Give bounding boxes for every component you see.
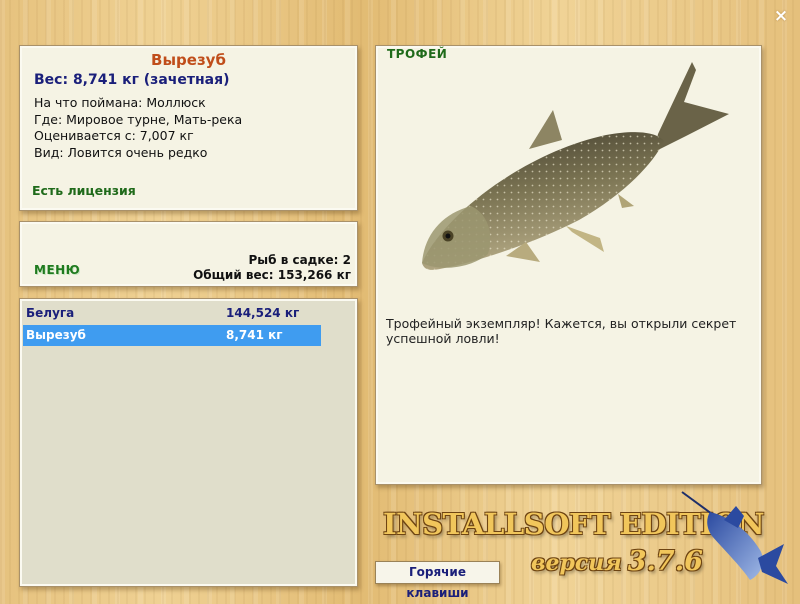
- fish-image: [422, 62, 729, 270]
- close-icon[interactable]: ×: [771, 6, 791, 26]
- trophy-panel: ТРОФЕЙ Трофейный экземпляр! Кажется, вы …: [375, 45, 762, 485]
- fish-info-panel: Вырезуб Вес: 8,741 кг (зачетная) На что …: [19, 45, 358, 211]
- menu-panel: МЕНЮ Рыб в садке: 2 Общий вес: 153,266 к…: [19, 221, 358, 287]
- total-weight: Общий вес: 153,266 кг: [193, 268, 351, 282]
- trophy-message: Трофейный экземпляр! Кажется, вы открыли…: [386, 316, 737, 346]
- hotkeys-button[interactable]: Горячие клавиши: [375, 561, 500, 600]
- fish-count: Рыб в садке: 2: [248, 253, 352, 267]
- list-item-selected[interactable]: Вырезуб 8,741 кг: [23, 325, 321, 346]
- list-item-weight: 144,524 кг: [226, 306, 300, 320]
- version-label: версия 3.7.6: [531, 546, 703, 577]
- cage-list: Белуга 144,524 кг Вырезуб 8,741 кг: [19, 298, 358, 587]
- marlin-icon: [681, 491, 788, 584]
- list-item-weight: 8,741 кг: [226, 328, 283, 342]
- list-item[interactable]: Белуга 144,524 кг: [23, 303, 321, 324]
- fish-title: Вырезуб: [151, 51, 226, 69]
- location-line: Где: Мировое турне, Мать-река: [34, 111, 243, 127]
- cage-stats: Рыб в садке: 2 Общий вес: 153,266 кг: [193, 253, 351, 283]
- bait-line: На что поймана: Моллюск: [34, 95, 206, 110]
- version-word: версия: [531, 550, 622, 576]
- list-item-name: Вырезуб: [26, 328, 86, 342]
- list-item-name: Белуга: [26, 306, 75, 320]
- license-status: Есть лицензия: [32, 183, 136, 198]
- rated-from-line: Оценивается с: 7,007 кг: [34, 128, 194, 143]
- fish-weight: Вес: 8,741 кг (зачетная): [34, 72, 230, 88]
- fish-details: На что поймана: Моллюск Где: Мировое тур…: [34, 95, 242, 161]
- menu-button[interactable]: МЕНЮ: [34, 263, 80, 277]
- rarity-line: Вид: Ловится очень редко: [34, 144, 208, 160]
